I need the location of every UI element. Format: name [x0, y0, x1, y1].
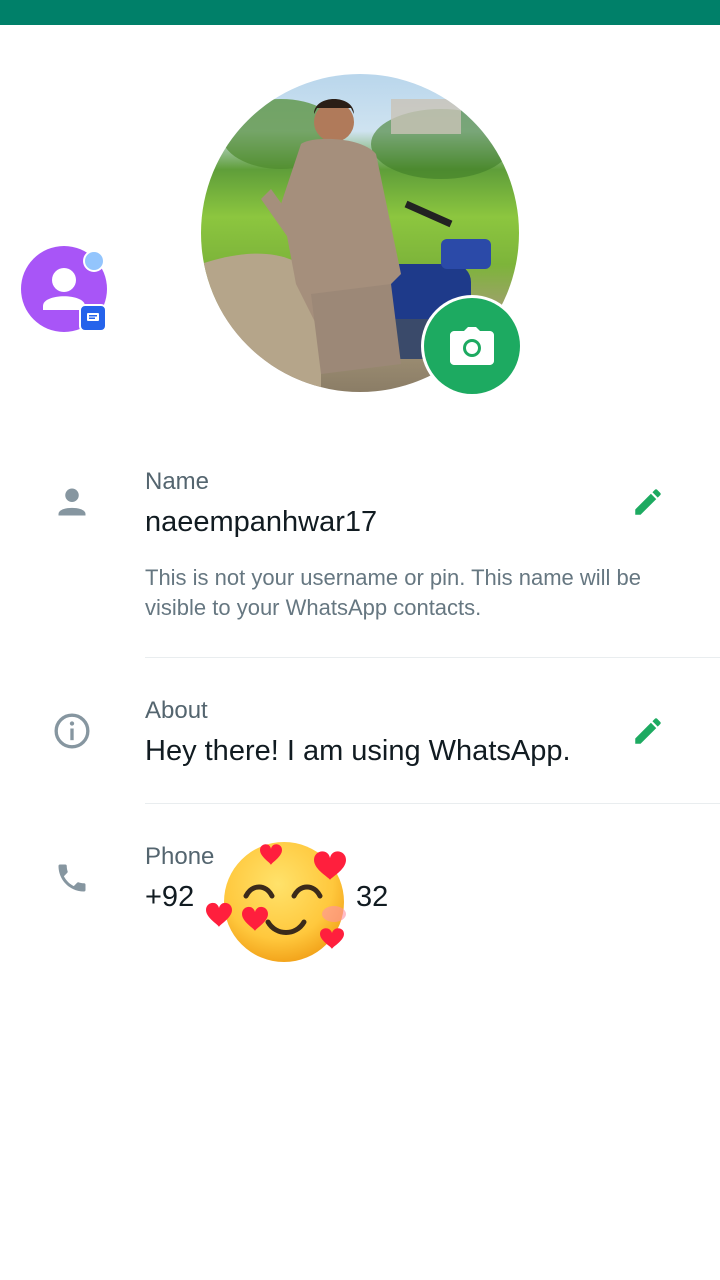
smiling-face-with-hearts-emoji [204, 838, 360, 964]
divider [145, 803, 720, 804]
name-hint: This is not your username or pin. This n… [145, 565, 642, 620]
pencil-icon [635, 718, 661, 744]
name-value: naeempanhwar17 [145, 506, 378, 538]
person-icon [48, 478, 96, 526]
edit-about-button[interactable] [628, 711, 668, 751]
contact-bubble-icon[interactable] [21, 246, 107, 332]
phone-icon [48, 854, 96, 902]
message-badge-icon [79, 304, 107, 332]
edit-name-button[interactable] [628, 482, 668, 522]
about-label: About [145, 697, 208, 724]
info-icon [48, 707, 96, 755]
status-bar [0, 0, 720, 25]
notification-dot [83, 250, 105, 272]
phone-value-end: 32 [356, 881, 389, 913]
pencil-icon [635, 489, 661, 515]
divider [145, 657, 720, 658]
about-value: Hey there! I am using WhatsApp. [145, 735, 571, 767]
phone-value-start: +92 [145, 881, 195, 913]
name-label: Name [145, 468, 210, 495]
change-photo-button[interactable] [424, 298, 520, 394]
camera-icon [450, 327, 494, 365]
